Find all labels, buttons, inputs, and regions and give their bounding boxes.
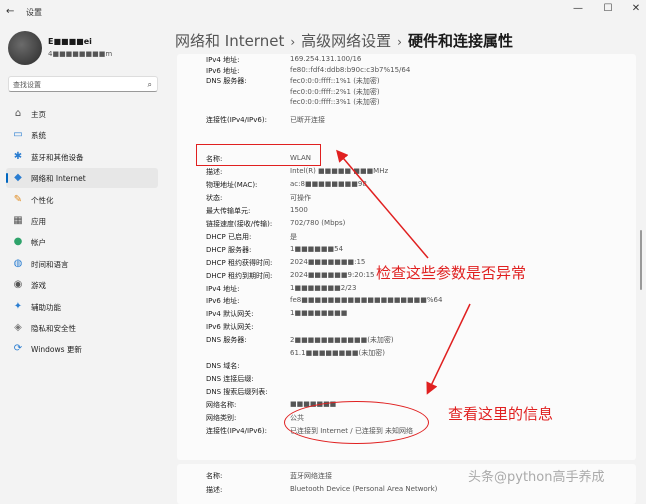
annotation-check-info: 查看这里的信息	[448, 405, 554, 423]
annotation-check-params: 检查这些参数是否异常	[376, 264, 527, 282]
watermark: 头条@python高手养成	[468, 470, 605, 485]
arrow-to-wlan	[336, 149, 429, 259]
arrow-to-network-info	[426, 303, 471, 395]
annotation-arrows	[336, 149, 471, 395]
scrollbar[interactable]	[640, 230, 642, 290]
